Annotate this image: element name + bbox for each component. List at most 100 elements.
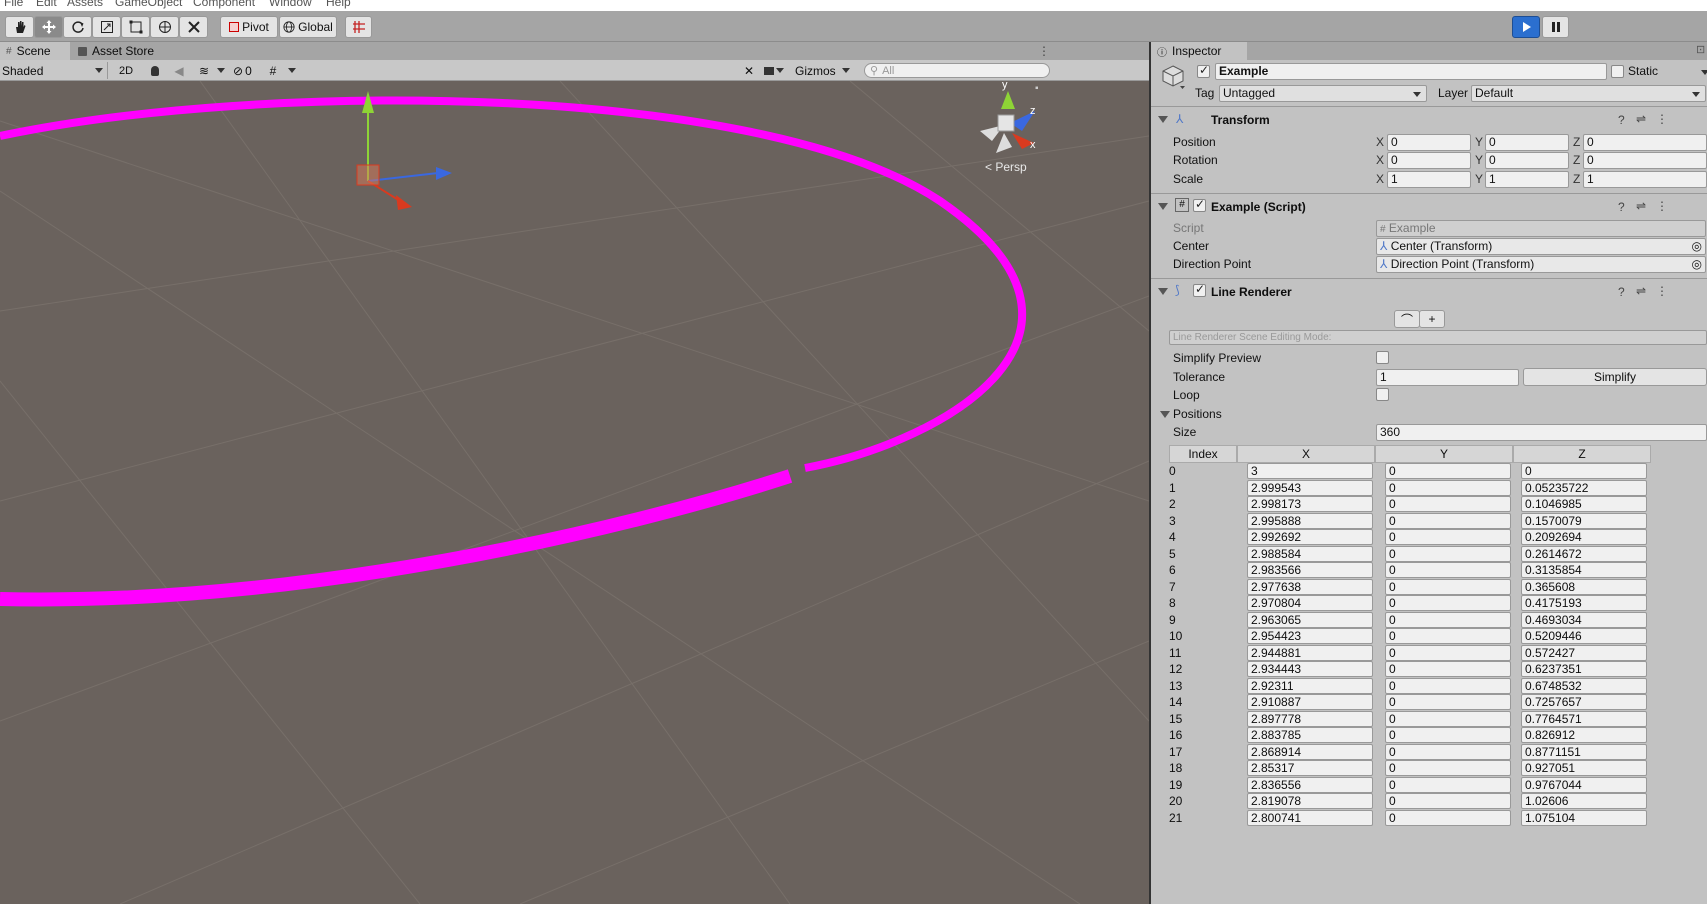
scene-visibility-toggle[interactable]: ⊘ 0: [233, 62, 261, 79]
position-z-cell[interactable]: 0.7257657: [1521, 694, 1647, 710]
position-y-cell[interactable]: 0: [1385, 711, 1511, 727]
table-row[interactable]: 132.9231100.6748532: [1169, 678, 1705, 695]
audio-toggle[interactable]: ◀: [170, 62, 188, 79]
lighting-toggle[interactable]: [146, 62, 164, 79]
scene-canvas[interactable]: [0, 81, 1149, 904]
position-z-cell[interactable]: 0.927051: [1521, 760, 1647, 776]
positions-label[interactable]: Positions: [1173, 407, 1222, 421]
toggle-2d-button[interactable]: 2D: [114, 62, 138, 79]
menu-component[interactable]: Component: [193, 0, 255, 9]
position-y-cell[interactable]: 0: [1385, 645, 1511, 661]
transform-tool-button[interactable]: [150, 16, 179, 38]
table-row[interactable]: 182.8531700.927051: [1169, 760, 1705, 777]
position-y-cell[interactable]: 0: [1385, 694, 1511, 710]
position-y-cell[interactable]: 0: [1385, 595, 1511, 611]
position-x-cell[interactable]: 2.910887: [1247, 694, 1373, 710]
position-y-cell[interactable]: 0: [1385, 793, 1511, 809]
layer-dropdown[interactable]: Default: [1471, 85, 1706, 102]
direction-point-object-field[interactable]: ⅄ Direction Point (Transform) ◎: [1376, 256, 1706, 273]
move-gizmo[interactable]: [357, 91, 452, 210]
static-checkbox[interactable]: [1611, 65, 1624, 78]
global-toggle-button[interactable]: Global: [279, 16, 337, 38]
position-y-cell[interactable]: 0: [1385, 579, 1511, 595]
hand-tool-button[interactable]: [5, 16, 34, 38]
position-x-cell[interactable]: 2.868914: [1247, 744, 1373, 760]
z-axis-handle[interactable]: [436, 167, 452, 180]
table-row[interactable]: 82.97080400.4175193: [1169, 595, 1705, 612]
scale-y-input[interactable]: 1: [1485, 171, 1569, 188]
position-z-cell[interactable]: 0: [1521, 463, 1647, 479]
position-x-cell[interactable]: 2.995888: [1247, 513, 1373, 529]
table-row[interactable]: 42.99269200.2092694: [1169, 529, 1705, 546]
position-y-cell[interactable]: 0: [1385, 612, 1511, 628]
position-y-cell[interactable]: 0: [1385, 661, 1511, 677]
create-points-button[interactable]: +: [1419, 310, 1445, 328]
tolerance-input[interactable]: 1: [1376, 369, 1519, 386]
position-x-cell[interactable]: 2.819078: [1247, 793, 1373, 809]
rotate-tool-button[interactable]: [63, 16, 92, 38]
position-x-cell[interactable]: 2.897778: [1247, 711, 1373, 727]
column-header-y[interactable]: Y: [1375, 445, 1513, 463]
position-x-cell[interactable]: 2.983566: [1247, 562, 1373, 578]
position-y-cell[interactable]: 0: [1385, 529, 1511, 545]
position-z-input[interactable]: 0: [1583, 134, 1707, 151]
table-row[interactable]: 172.86891400.8771151: [1169, 744, 1705, 761]
pivot-toggle-button[interactable]: Pivot: [220, 16, 278, 38]
position-y-input[interactable]: 0: [1485, 134, 1569, 151]
position-y-cell[interactable]: 0: [1385, 496, 1511, 512]
position-y-cell[interactable]: 0: [1385, 744, 1511, 760]
table-row[interactable]: 32.99588800.1570079: [1169, 513, 1705, 530]
position-x-cell[interactable]: 2.836556: [1247, 777, 1373, 793]
position-x-cell[interactable]: 2.85317: [1247, 760, 1373, 776]
effects-toggle[interactable]: ≋: [194, 62, 214, 79]
shading-mode-dropdown[interactable]: Shaded: [2, 62, 108, 79]
table-row[interactable]: 62.98356600.3135854: [1169, 562, 1705, 579]
camera-dropdown[interactable]: [764, 62, 792, 79]
center-object-field[interactable]: ⅄ Center (Transform) ◎: [1376, 238, 1706, 255]
rotation-z-input[interactable]: 0: [1583, 152, 1707, 169]
object-picker-icon[interactable]: ◎: [1692, 257, 1702, 272]
scale-z-input[interactable]: 1: [1583, 171, 1707, 188]
column-header-index[interactable]: Index: [1169, 445, 1237, 463]
position-z-cell[interactable]: 0.3135854: [1521, 562, 1647, 578]
rotation-x-input[interactable]: 0: [1387, 152, 1471, 169]
position-z-cell[interactable]: 0.365608: [1521, 579, 1647, 595]
position-x-cell[interactable]: 2.999543: [1247, 480, 1373, 496]
position-x-cell[interactable]: 2.970804: [1247, 595, 1373, 611]
table-row[interactable]: 72.97763800.365608: [1169, 579, 1705, 596]
position-y-cell[interactable]: 0: [1385, 760, 1511, 776]
position-z-cell[interactable]: 0.9767044: [1521, 777, 1647, 793]
presets-icon[interactable]: ⇌: [1636, 112, 1646, 126]
object-active-checkbox[interactable]: [1197, 65, 1210, 78]
position-z-cell[interactable]: 0.05235722: [1521, 480, 1647, 496]
gizmos-dropdown[interactable]: Gizmos: [795, 62, 857, 79]
position-z-cell[interactable]: 0.8771151: [1521, 744, 1647, 760]
table-row[interactable]: 92.96306500.4693034: [1169, 612, 1705, 629]
tab-inspector[interactable]: ⓘ Inspector: [1151, 42, 1247, 60]
tag-dropdown[interactable]: Untagged: [1219, 85, 1427, 102]
position-y-cell[interactable]: 0: [1385, 480, 1511, 496]
position-x-cell[interactable]: 2.92311: [1247, 678, 1373, 694]
lock-icon[interactable]: ▪: [1035, 83, 1039, 94]
position-y-cell[interactable]: 0: [1385, 727, 1511, 743]
position-y-cell[interactable]: 0: [1385, 810, 1511, 826]
position-y-cell[interactable]: 0: [1385, 777, 1511, 793]
position-x-cell[interactable]: 2.883785: [1247, 727, 1373, 743]
chevron-down-icon[interactable]: [1701, 70, 1707, 75]
effects-dropdown[interactable]: [215, 62, 227, 79]
scene-more-icon[interactable]: ⋮: [1038, 44, 1050, 58]
scene-tools-button[interactable]: ✕: [740, 62, 758, 79]
menu-gameobject[interactable]: GameObject: [115, 0, 182, 9]
position-z-cell[interactable]: 0.7764571: [1521, 711, 1647, 727]
grid-snap-button[interactable]: [345, 16, 372, 38]
collapse-triangle-icon[interactable]: [1158, 116, 1168, 123]
orientation-gizmo[interactable]: [980, 91, 1035, 153]
grid-toggle[interactable]: #: [264, 62, 282, 79]
position-x-input[interactable]: 0: [1387, 134, 1471, 151]
position-z-cell[interactable]: 1.075104: [1521, 810, 1647, 826]
more-icon[interactable]: ⋮: [1656, 284, 1668, 298]
position-z-cell[interactable]: 0.4175193: [1521, 595, 1647, 611]
simplify-button[interactable]: Simplify: [1523, 368, 1707, 386]
transform-header[interactable]: ⅄ Transform ? ⇌ ⋮: [1151, 106, 1707, 131]
scale-x-input[interactable]: 1: [1387, 171, 1471, 188]
